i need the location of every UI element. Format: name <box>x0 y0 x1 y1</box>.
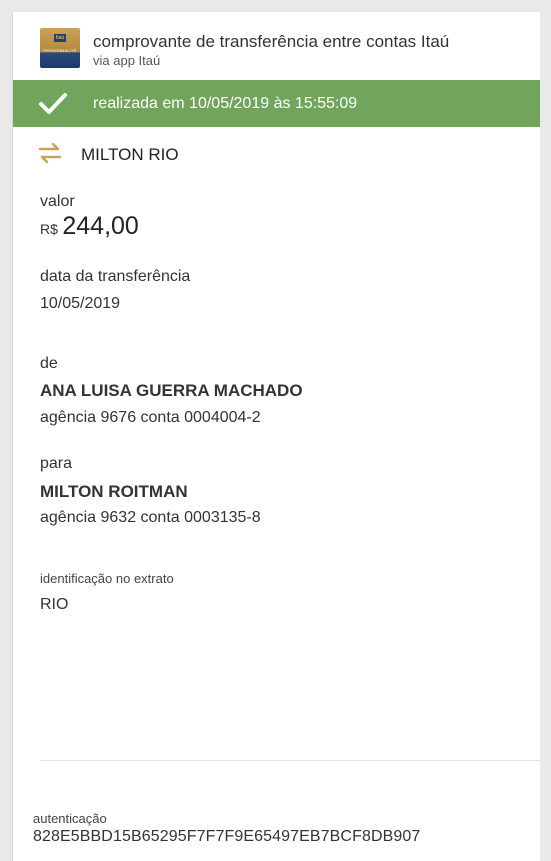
statement-id-value: RIO <box>40 596 69 613</box>
divider <box>40 760 540 761</box>
receipt-card: Itaú PERSONNALITÉ comprovante de transfe… <box>12 12 540 861</box>
to-name: MILTON ROITMAN <box>40 482 188 501</box>
statement-id-label: identificação no extrato <box>40 571 174 586</box>
to-account: agência 9632 conta 0003135-8 <box>40 509 261 526</box>
status-text: realizada em 10/05/2019 às 15:55:09 <box>93 95 358 112</box>
logo-text: PERSONNALITÉ <box>43 48 77 53</box>
status-bar: realizada em 10/05/2019 às 15:55:09 <box>13 80 540 127</box>
recipient-summary-name: MILTON RIO <box>81 145 179 164</box>
from-label: de <box>40 355 58 372</box>
date-label: data da transferência <box>40 268 191 285</box>
receipt-title: comprovante de transferência entre conta… <box>93 32 450 51</box>
transfer-arrows-icon <box>38 142 62 164</box>
from-account: agência 9676 conta 0004004-2 <box>40 409 261 426</box>
value-amount-row: R$ 244,00 <box>40 212 139 241</box>
to-label: para <box>40 455 73 472</box>
itau-personnalite-logo: Itaú PERSONNALITÉ <box>40 28 80 68</box>
from-name: ANA LUISA GUERRA MACHADO <box>40 381 303 400</box>
date-value: 10/05/2019 <box>40 295 121 312</box>
logo-badge: Itaú <box>54 34 66 42</box>
authentication-label: autenticação <box>33 811 107 826</box>
check-icon <box>39 93 67 114</box>
value-label: valor <box>40 193 75 210</box>
receipt-header: Itaú PERSONNALITÉ comprovante de transfe… <box>13 12 540 78</box>
authentication-code: 828E5BBD15B65295F7F7F9E65497EB7BCF8DB907 <box>33 828 421 845</box>
receipt-subtitle: via app Itaú <box>93 53 161 68</box>
currency-symbol: R$ <box>40 221 58 237</box>
amount-value: 244,00 <box>62 212 139 240</box>
